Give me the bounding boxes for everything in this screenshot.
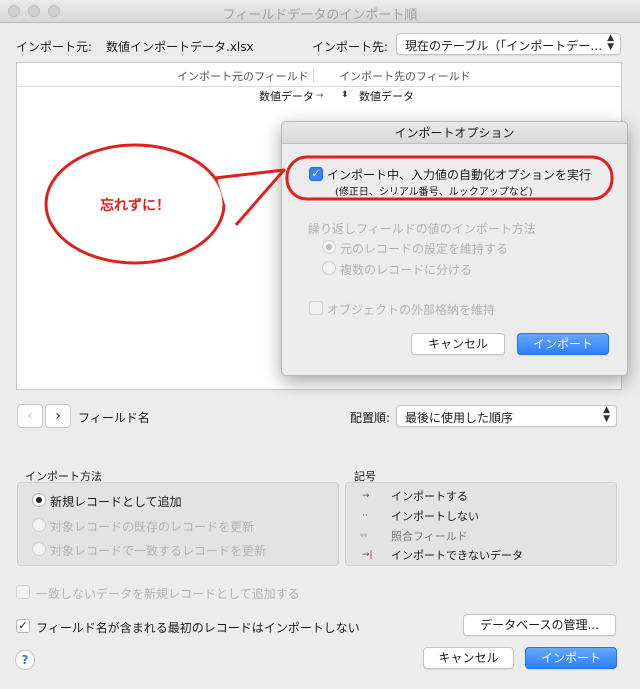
add-unmatched-checkbox[interactable] — [16, 585, 30, 599]
mapping-source-field: 数値データ — [259, 90, 314, 103]
import-method-option-update-matching: 対象レコードで一致するレコードを更新 — [50, 544, 267, 558]
chevron-left-icon: ‹ — [27, 408, 33, 424]
import-method-radio-add[interactable] — [32, 493, 46, 507]
auto-enter-label: インポート中、入力値の自動化オプションを実行 — [327, 168, 592, 182]
target-table-value: 現在のテーブル（「インポートデー… — [405, 39, 603, 53]
target-label: インポート先: — [312, 40, 389, 54]
repeat-fields-title: 繰り返しフィールドの値のインポート方法 — [308, 222, 536, 236]
arrangement-order-value: 最後に使用した順序 — [405, 411, 514, 425]
repeat-keep-original-radio[interactable] — [322, 240, 336, 254]
window-title: フィールドデータのインポート順 — [222, 8, 418, 23]
repeat-split-records-radio[interactable] — [322, 261, 336, 275]
manage-database-button[interactable]: データベースの管理... — [463, 614, 616, 636]
checkmark-icon: ✓ — [311, 167, 321, 180]
mapping-header: インポート元のフィールド インポート先のフィールド — [17, 63, 621, 87]
auto-enter-hint: (修正日、シリアル番号、ルックアップなど) — [335, 187, 533, 198]
match-field-icon: ⇔ — [360, 531, 368, 541]
import-options-dialog: インポートオプション ✓ インポート中、入力値の自動化オプションを実行 (修正日… — [281, 121, 628, 376]
repeat-split-records-label: 複数のレコードに分ける — [340, 263, 473, 277]
import-method-radio-update-existing[interactable] — [32, 518, 46, 532]
source-fields-column-header: インポート元のフィールド — [177, 70, 309, 83]
mapping-target-field: 数値データ — [359, 90, 414, 103]
help-button[interactable]: ? — [15, 650, 35, 670]
import-button[interactable]: インポート — [525, 647, 617, 669]
import-method-radio-update-matching[interactable] — [32, 542, 46, 556]
previous-record-button[interactable]: ‹ — [17, 404, 43, 428]
arrangement-order-popup[interactable]: 最後に使用した順序 ▲ ▼ — [396, 405, 617, 427]
header-divider — [313, 67, 314, 83]
legend-label-cannot-import: インポートできないデータ — [391, 549, 523, 562]
keep-external-storage-label: オブジェクトの外部格納を維持 — [327, 303, 496, 317]
target-fields-column-header: インポート先のフィールド — [339, 70, 471, 83]
sheet-cancel-button[interactable]: キャンセル — [411, 333, 505, 355]
legend-label-no-import: インポートしない — [391, 510, 479, 523]
next-record-button[interactable]: › — [45, 404, 71, 428]
source-label: インポート元: — [16, 40, 93, 54]
keep-external-storage-checkbox[interactable] — [309, 301, 323, 315]
title-bar: フィールドデータのインポート順 — [0, 0, 640, 23]
import-arrow-icon: → — [362, 491, 370, 501]
skip-first-record-label: フィールド名が含まれる最初のレコードはインポートしない — [36, 621, 360, 635]
checkmark-icon: ✓ — [18, 619, 28, 632]
skip-first-record-checkbox[interactable]: ✓ — [16, 619, 30, 633]
target-table-popup[interactable]: 現在のテーブル（「インポートデー… ▲ ▼ — [396, 33, 621, 55]
field-name-label: フィールド名 — [78, 411, 150, 425]
auto-enter-checkbox[interactable]: ✓ — [309, 167, 323, 181]
annotation-text: 忘れずに！ — [100, 198, 170, 214]
import-method-group: 新規レコードとして追加 対象レコードの既存のレコードを更新 対象レコードで一致す… — [17, 482, 339, 566]
import-options-title: インポートオプション — [282, 122, 627, 144]
import-method-option-update-existing: 対象レコードの既存のレコードを更新 — [50, 520, 255, 534]
chevron-right-icon: › — [55, 408, 61, 424]
add-unmatched-label: 一致しないデータを新規レコードとして追加する — [36, 587, 300, 601]
cannot-import-icon: →| — [362, 550, 373, 560]
no-import-icon: ·· — [362, 511, 368, 521]
legend-label-match: 照合フィールド — [391, 530, 468, 543]
cancel-button[interactable]: キャンセル — [423, 647, 514, 669]
legend-group: → インポートする ·· インポートしない ⇔ 照合フィールド →| インポート… — [345, 482, 617, 566]
source-filename: 数値インポートデータ.xlsx — [106, 40, 254, 54]
arrangement-order-label: 配置順: — [350, 411, 391, 425]
import-method-option-add: 新規レコードとして追加 — [50, 495, 182, 509]
repeat-keep-original-label: 元のレコードの設定を維持する — [340, 242, 509, 256]
reorder-icon[interactable]: ⬍ — [341, 90, 349, 100]
popup-arrows-icon: ▲ ▼ — [607, 33, 614, 52]
popup-arrows-icon: ▲ ▼ — [603, 405, 610, 424]
legend-label-import: インポートする — [391, 490, 468, 503]
import-arrow-icon[interactable]: → — [316, 91, 324, 101]
sheet-import-button[interactable]: インポート — [517, 333, 609, 355]
